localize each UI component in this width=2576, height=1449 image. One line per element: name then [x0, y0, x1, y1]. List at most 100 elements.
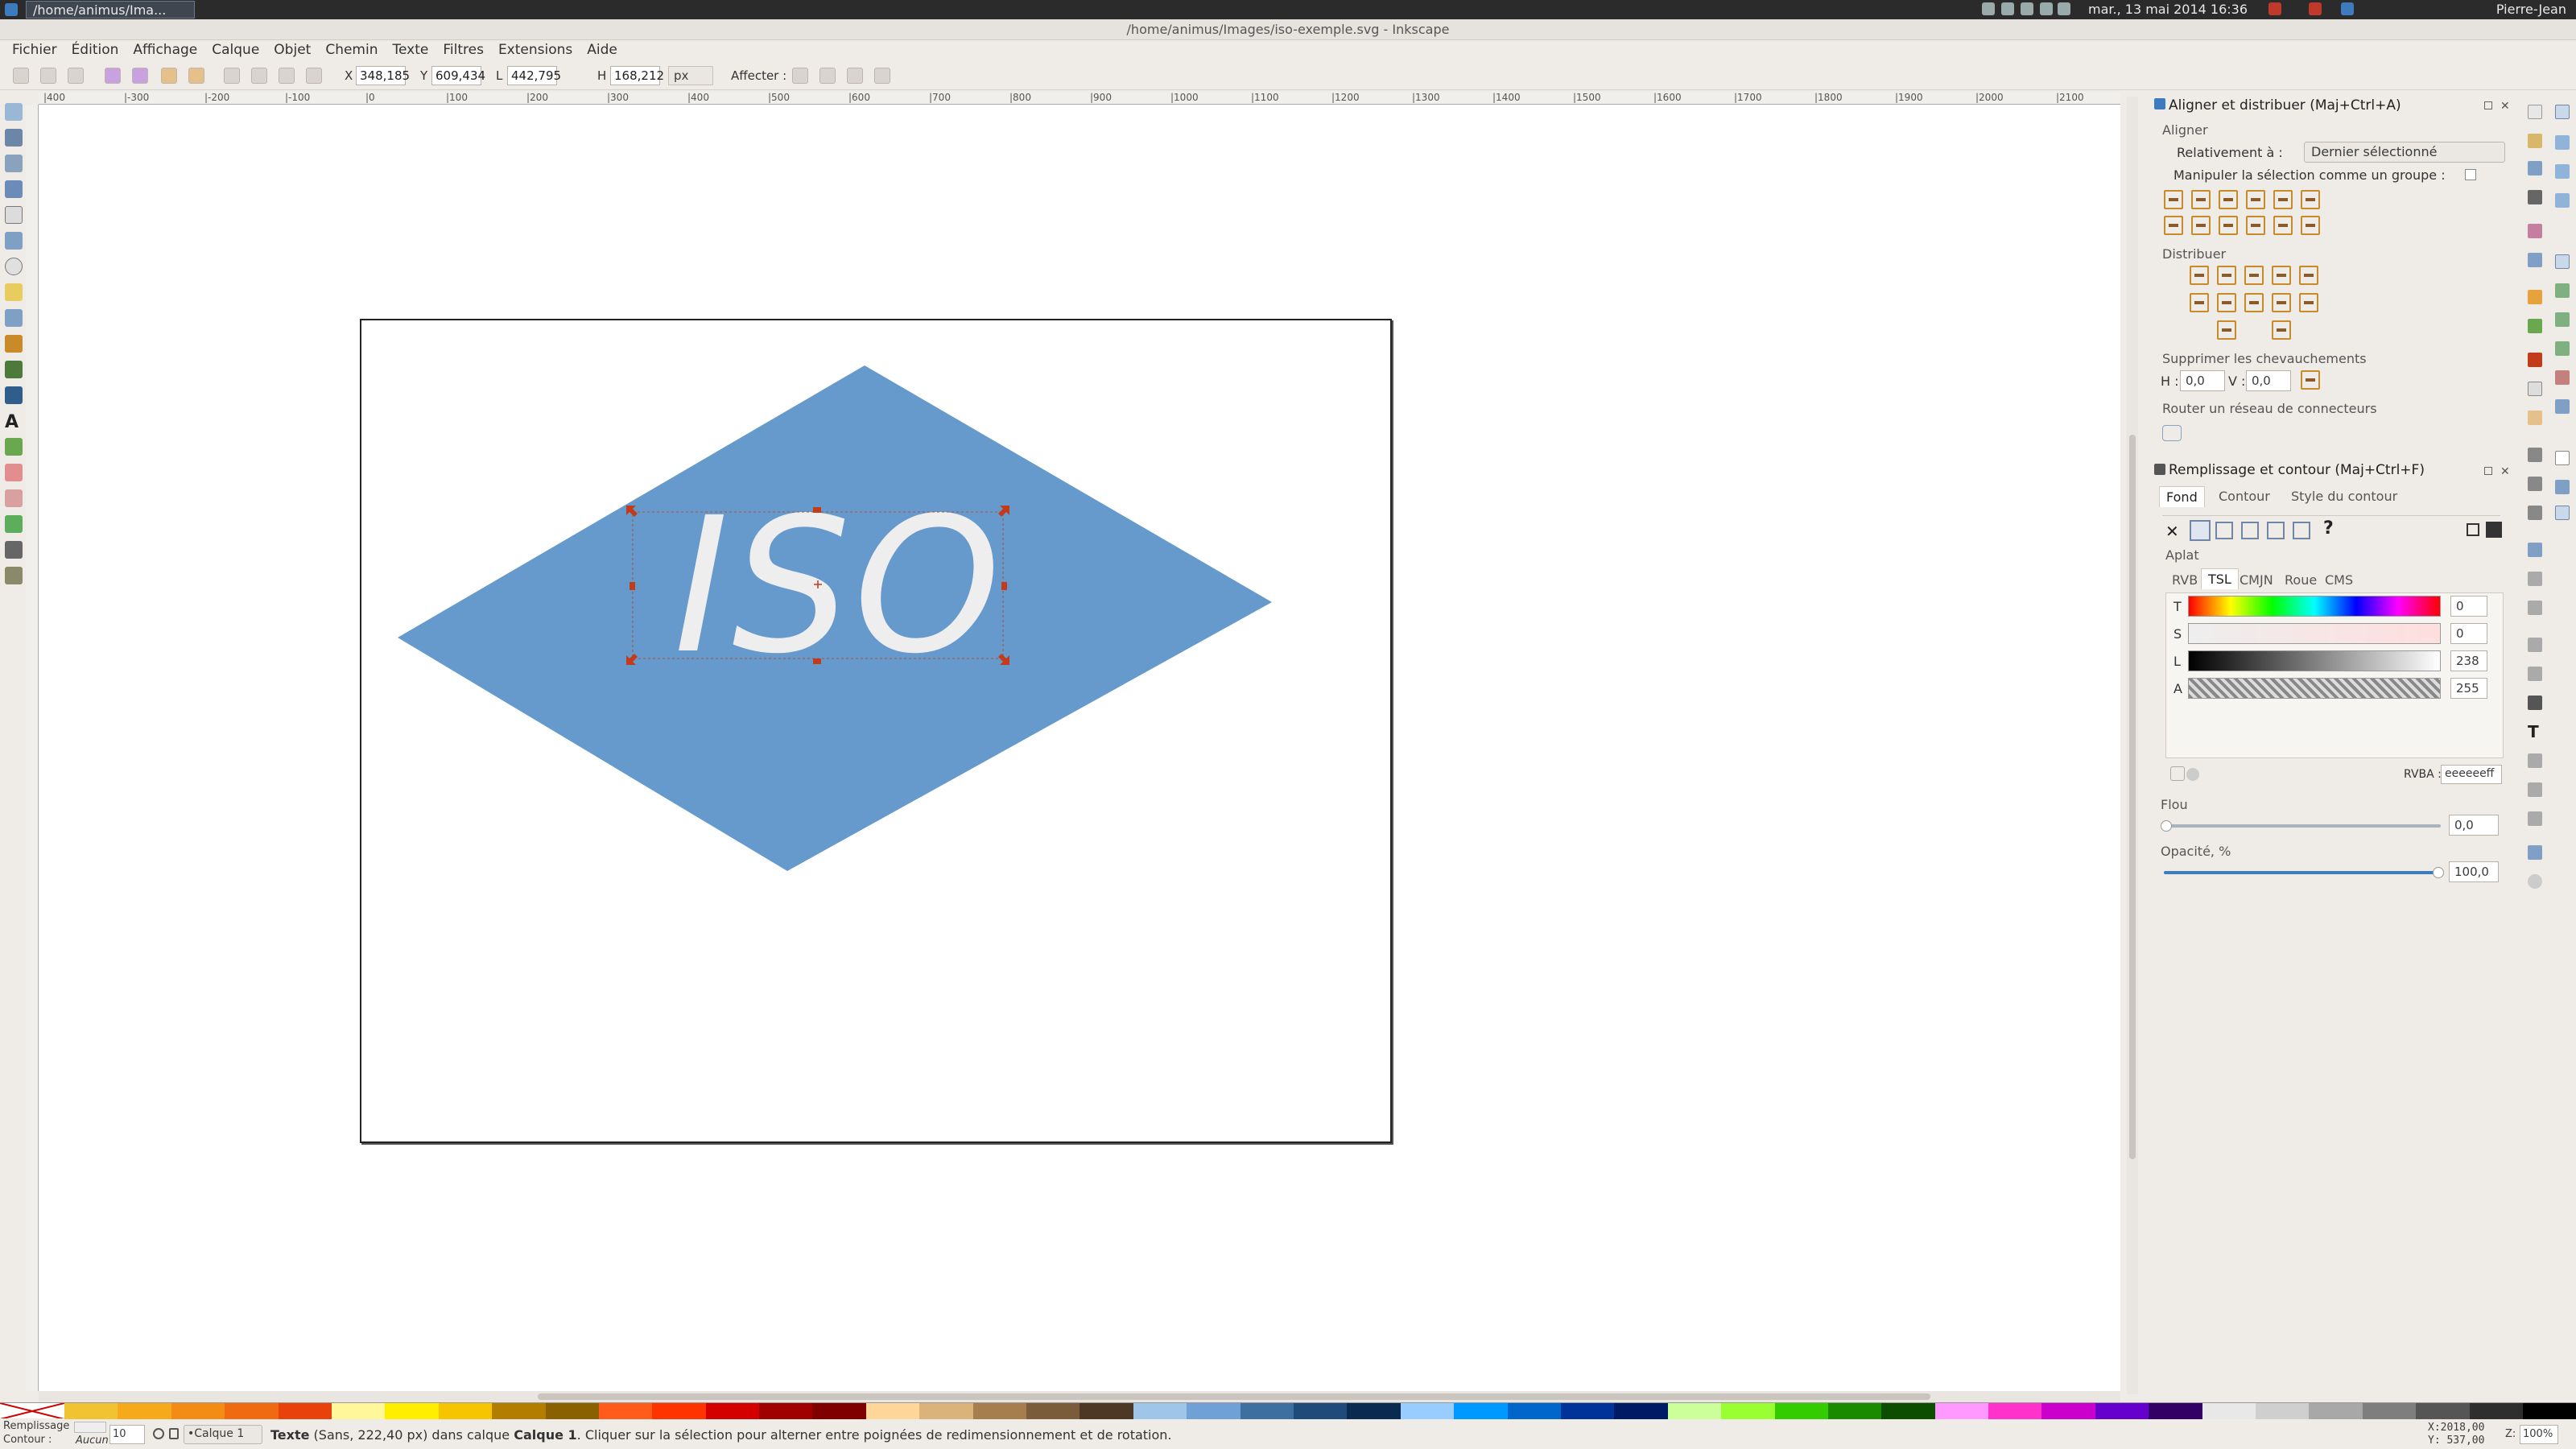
saturation-input[interactable]: 0	[2450, 623, 2487, 644]
tab-fill[interactable]: Fond	[2159, 486, 2205, 507]
menu-extensions[interactable]: Extensions	[491, 40, 580, 60]
overlap-v-input[interactable]: 0,0	[2246, 370, 2291, 391]
blur-slider-knob[interactable]	[2161, 820, 2172, 832]
x-input[interactable]: 348,185	[356, 66, 410, 85]
snap-bbox-corners-icon[interactable]	[2555, 193, 2570, 208]
overlap-h-input[interactable]: 0,0	[2180, 370, 2225, 391]
horizontal-scrollbar[interactable]	[39, 1391, 2120, 1402]
connector-tool-icon[interactable]	[5, 567, 23, 584]
hue-slider[interactable]	[2188, 596, 2441, 617]
star-tool-icon[interactable]	[5, 283, 23, 301]
fill-stroke-dialog-icon[interactable]	[2528, 696, 2542, 710]
palette-swatch[interactable]	[1080, 1403, 1133, 1419]
palette-swatch[interactable]	[2416, 1403, 2470, 1419]
affect-stroke-icon[interactable]	[792, 68, 808, 84]
calligraphy-tool-icon[interactable]	[5, 386, 23, 404]
panel-iconify-button[interactable]	[2484, 101, 2492, 109]
zoom-page-icon[interactable]	[2528, 506, 2542, 520]
palette-swatch[interactable]	[972, 1403, 1027, 1419]
document-metadata-icon[interactable]	[2528, 874, 2542, 889]
new-document-icon[interactable]	[2528, 105, 2542, 119]
unclump-icon[interactable]	[2272, 320, 2291, 340]
palette-swatch[interactable]	[2469, 1403, 2523, 1419]
text-font-dialog-icon[interactable]: T	[2528, 724, 2542, 740]
palette-swatch[interactable]	[118, 1403, 171, 1419]
unset-paint-icon[interactable]: ?	[2323, 518, 2334, 539]
palette-swatch[interactable]	[1454, 1403, 1508, 1419]
affect-corners-icon[interactable]	[819, 68, 836, 84]
menu-file[interactable]: Fichier	[5, 40, 64, 60]
duplicate-icon[interactable]	[2528, 543, 2542, 557]
palette-swatch[interactable]	[2095, 1403, 2149, 1419]
lower-icon[interactable]	[251, 68, 267, 84]
opacity-slider-knob[interactable]	[2433, 867, 2444, 878]
arrange-connectors-icon[interactable]	[2162, 425, 2182, 441]
palette-swatch[interactable]	[1347, 1403, 1401, 1419]
snap-paths-icon[interactable]	[2555, 283, 2570, 298]
remove-overlaps-button[interactable]	[2301, 370, 2320, 390]
palette-swatch[interactable]	[1614, 1403, 1668, 1419]
palette-swatch[interactable]	[1774, 1403, 1828, 1419]
tab-cmyk[interactable]: CMJN	[2233, 570, 2280, 590]
palette-swatch[interactable]	[1667, 1403, 1722, 1419]
distribute-baseline-h-icon[interactable]	[2299, 266, 2318, 285]
alpha-slider[interactable]	[2188, 678, 2441, 699]
palette-swatch[interactable]	[1721, 1403, 1775, 1419]
opacity-slider[interactable]	[2164, 871, 2441, 874]
palette-swatch[interactable]	[545, 1403, 599, 1419]
distribute-gaps-h-icon[interactable]	[2272, 266, 2291, 285]
snap-grid-icon[interactable]	[2555, 480, 2570, 494]
palette-swatch[interactable]	[1133, 1403, 1187, 1419]
align-dialog-icon[interactable]	[2528, 782, 2542, 797]
unit-select[interactable]: px	[668, 66, 713, 85]
palette-swatch[interactable]	[1400, 1403, 1455, 1419]
distribute-bottom-icon[interactable]	[2244, 293, 2264, 312]
tab-wheel[interactable]: Roue	[2278, 570, 2323, 590]
menu-object[interactable]: Objet	[266, 40, 318, 60]
rectangle-tool-icon[interactable]	[5, 206, 23, 224]
fill-rule-nonzero-icon[interactable]	[2486, 522, 2502, 538]
palette-swatch[interactable]	[278, 1403, 332, 1419]
palette-swatch[interactable]	[1827, 1403, 1882, 1419]
zoom-tool-icon[interactable]	[5, 180, 23, 198]
palette-swatch[interactable]	[1026, 1403, 1080, 1419]
canvas[interactable]: ISO	[39, 105, 2120, 1391]
palette-swatch[interactable]	[759, 1403, 813, 1419]
opacity-input[interactable]: 100,0	[2449, 861, 2499, 882]
palette-swatch[interactable]	[64, 1403, 118, 1419]
palette-swatch[interactable]	[438, 1403, 493, 1419]
eraser-tool-icon[interactable]	[5, 464, 23, 481]
unlink-clone-icon[interactable]	[2528, 601, 2542, 615]
palette-swatch[interactable]	[492, 1403, 546, 1419]
linear-gradient-button[interactable]	[2215, 522, 2233, 539]
palette-swatch[interactable]	[385, 1403, 439, 1419]
palette-swatch[interactable]	[171, 1403, 225, 1419]
menu-help[interactable]: Aide	[580, 40, 625, 60]
snap-bbox-icon[interactable]	[2555, 135, 2570, 150]
center-horizontal-axis-icon[interactable]	[2219, 216, 2238, 235]
hue-input[interactable]: 0	[2450, 596, 2487, 617]
spray-tool-icon[interactable]	[5, 438, 23, 456]
no-paint-icon[interactable]: ✕	[2165, 522, 2179, 541]
palette-swatch[interactable]	[705, 1403, 760, 1419]
menu-text[interactable]: Texte	[386, 40, 436, 60]
palette-swatch[interactable]	[1507, 1403, 1561, 1419]
align-right-to-left-icon[interactable]	[2164, 190, 2183, 209]
zoom-drawing-icon[interactable]	[2528, 477, 2542, 491]
tab-stroke-style[interactable]: Style du contour	[2285, 486, 2404, 506]
ellipse-tool-icon[interactable]	[5, 258, 23, 275]
lightness-input[interactable]: 238	[2450, 650, 2487, 671]
app-indicator-red-icon[interactable]	[2268, 2, 2281, 15]
undo-icon[interactable]	[2528, 290, 2542, 304]
bluetooth-icon[interactable]	[1982, 2, 1995, 15]
pen-tool-icon[interactable]	[5, 361, 23, 378]
align-top-to-bottom-icon[interactable]	[2273, 216, 2293, 235]
app-indicator-blue-icon[interactable]	[2341, 2, 2354, 15]
preferences-icon[interactable]	[2528, 811, 2542, 826]
alpha-input[interactable]: 255	[2450, 678, 2487, 699]
snap-smooth-nodes-icon[interactable]	[2555, 341, 2570, 356]
stroke-value[interactable]: Aucun	[76, 1435, 109, 1447]
print-icon[interactable]	[2528, 190, 2542, 204]
distribute-top-icon[interactable]	[2190, 293, 2209, 312]
pencil-tool-icon[interactable]	[5, 335, 23, 353]
